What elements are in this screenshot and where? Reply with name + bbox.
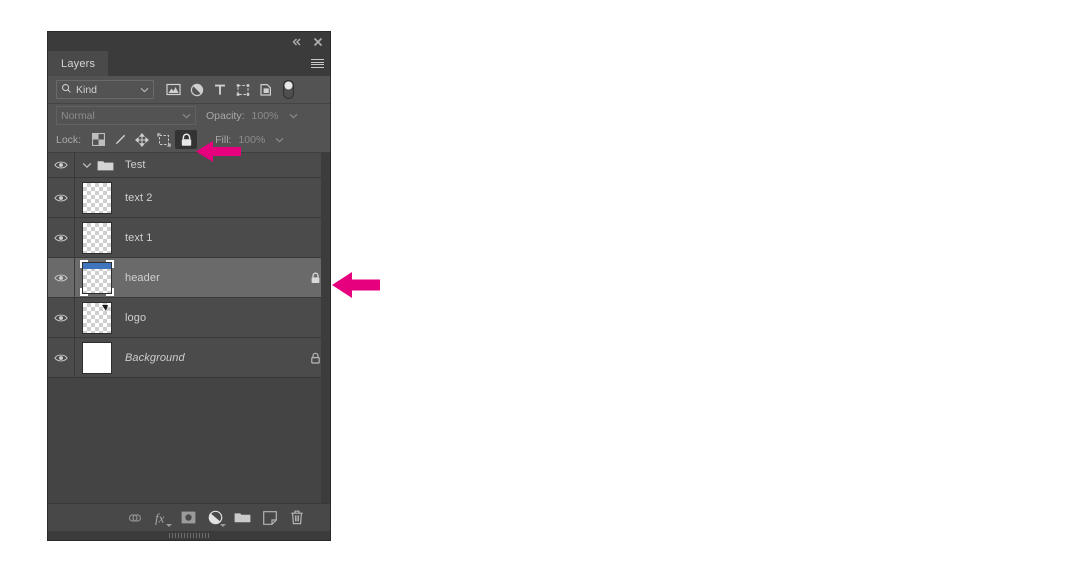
visibility-toggle[interactable]: [48, 178, 75, 217]
tab-layers-label: Layers: [61, 57, 96, 70]
lock-buttons: [87, 130, 198, 149]
layer-name[interactable]: text 1: [119, 232, 300, 244]
lock-all-icon[interactable]: [175, 130, 198, 149]
lock-outline-icon: [310, 352, 320, 364]
filter-kind-select[interactable]: Kind: [56, 80, 154, 99]
filter-type-icon[interactable]: [208, 80, 231, 100]
search-icon: [61, 83, 72, 97]
selection-bracket-icon: [106, 287, 114, 296]
hamburger-menu-icon: [310, 59, 324, 68]
lock-solid-icon: [311, 272, 319, 283]
new-adjustment-layer-icon[interactable]: [202, 506, 229, 530]
lock-image-pixels-icon[interactable]: [109, 130, 131, 149]
new-group-icon[interactable]: [229, 506, 256, 530]
selection-bracket-icon: [106, 259, 114, 268]
panel-tabstrip: Layers: [48, 51, 330, 76]
lock-row: Lock: Fill: 100%: [48, 127, 330, 153]
chevron-down-icon: [275, 134, 284, 146]
layer-row-group-test[interactable]: Test: [48, 153, 330, 178]
layer-thumbnail-cell[interactable]: [75, 222, 119, 253]
opacity-value-field[interactable]: 100%: [249, 107, 301, 124]
visibility-toggle[interactable]: [48, 298, 75, 337]
layer-thumbnail-cell[interactable]: [75, 302, 119, 333]
blend-opacity-row: Normal Opacity: 100%: [48, 104, 330, 127]
selection-bracket-icon: [80, 287, 88, 296]
link-layers-icon[interactable]: [121, 506, 148, 530]
layer-name[interactable]: text 2: [119, 192, 300, 204]
filter-adjustment-icon[interactable]: [185, 80, 208, 100]
layer-thumbnail: [83, 302, 111, 333]
filter-smart-object-icon[interactable]: [254, 80, 277, 100]
layer-name[interactable]: Background: [119, 352, 300, 364]
layer-row-text-2[interactable]: text 2: [48, 178, 330, 218]
visibility-toggle[interactable]: [48, 218, 75, 257]
group-expand-chevron-icon[interactable]: [79, 162, 95, 169]
layer-style-fx-icon[interactable]: fx: [148, 506, 175, 530]
filter-enable-toggle[interactable]: [283, 80, 294, 100]
new-layer-icon[interactable]: [256, 506, 283, 530]
grip-lines-icon: [169, 533, 209, 538]
layer-thumbnail: [83, 182, 111, 213]
chevron-down-icon: [140, 84, 149, 96]
selection-bracket-icon: [80, 259, 88, 268]
fill-value-field[interactable]: 100%: [235, 131, 287, 148]
delete-layer-icon[interactable]: [283, 506, 310, 530]
svg-text:fx: fx: [155, 510, 165, 525]
blend-mode-value: Normal: [61, 109, 95, 122]
layer-thumbnail: [83, 342, 111, 373]
add-layer-mask-icon[interactable]: [175, 506, 202, 530]
layer-list-scrollbar[interactable]: [321, 153, 330, 503]
layer-thumbnail: [83, 222, 111, 253]
lock-position-icon[interactable]: [131, 130, 153, 149]
folder-icon: [95, 159, 115, 172]
layer-name[interactable]: Test: [115, 159, 300, 171]
visibility-toggle[interactable]: [48, 338, 75, 377]
filter-pixel-icon[interactable]: [162, 80, 185, 100]
layer-row-header[interactable]: header: [48, 258, 330, 298]
layer-name[interactable]: logo: [119, 312, 300, 324]
panel-titlebar: [48, 32, 330, 51]
close-panel-icon[interactable]: [312, 36, 324, 48]
layer-row-logo[interactable]: logo: [48, 298, 330, 338]
opacity-label: Opacity:: [206, 109, 245, 122]
layer-filter-row: Kind: [48, 76, 330, 104]
fill-label: Fill:: [215, 133, 232, 146]
opacity-value: 100%: [251, 109, 279, 122]
layer-list[interactable]: Test text 2 text 1 header logo Backgroun…: [48, 153, 330, 503]
chevron-down-icon: [182, 110, 191, 122]
collapse-panel-icon[interactable]: [290, 36, 302, 48]
chevron-down-icon: [289, 110, 298, 122]
blend-mode-select[interactable]: Normal: [56, 106, 196, 125]
layers-bottom-toolbar: fx: [48, 503, 330, 531]
visibility-toggle[interactable]: [48, 153, 75, 177]
layer-name[interactable]: header: [119, 272, 300, 284]
tabstrip-filler: [108, 51, 304, 76]
lock-label: Lock:: [56, 133, 82, 146]
tab-layers[interactable]: Layers: [48, 51, 109, 76]
filter-type-icons: [162, 80, 277, 100]
layer-thumbnail-cell[interactable]: [75, 182, 119, 213]
filter-kind-label: Kind: [76, 83, 98, 96]
layer-row-text-1[interactable]: text 1: [48, 218, 330, 258]
panel-window-controls: [290, 32, 324, 51]
lock-artboard-nesting-icon[interactable]: [153, 130, 175, 149]
chevron-down-icon: [220, 523, 226, 527]
layers-panel: Layers Kind Normal Opacity: 100% Lock: F…: [48, 32, 330, 540]
fill-value: 100%: [238, 133, 266, 146]
layer-thumbnail-selected: [80, 259, 114, 296]
thumbnail-content-mark: [102, 304, 108, 311]
chevron-down-icon: [166, 523, 172, 527]
panel-resize-grip[interactable]: [48, 531, 330, 540]
lock-transparent-pixels-icon[interactable]: [87, 130, 109, 149]
arrow-pointing-to-header-layer-row: [332, 272, 380, 298]
layer-thumbnail-cell[interactable]: [75, 259, 119, 296]
visibility-toggle[interactable]: [48, 258, 75, 297]
panel-menu-button[interactable]: [304, 51, 330, 76]
filter-shape-icon[interactable]: [231, 80, 254, 100]
layer-thumbnail-cell[interactable]: [75, 342, 119, 373]
layer-row-background[interactable]: Background: [48, 338, 330, 378]
